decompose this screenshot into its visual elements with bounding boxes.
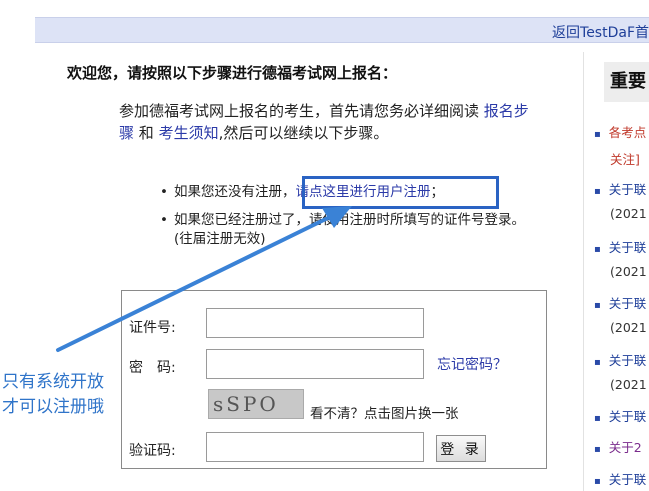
news-item[interactable]: ▪ 关于联 xyxy=(594,469,649,488)
annotation-line-1: 只有系统开放 xyxy=(2,372,104,392)
list-item-registered: 如果您已经注册过了，请使用注册时所填写的证件号登录。(往届注册无效) xyxy=(158,211,538,249)
password-label: 密 码: xyxy=(129,360,176,376)
password-input[interactable] xyxy=(206,349,424,379)
news-item[interactable]: ▪ 关于联 (2021 xyxy=(594,350,649,392)
intro-text-1: 参加德福考试网上报名的考生，首先请您务必详细阅读 xyxy=(119,102,484,120)
bullet-icon: ▪ xyxy=(594,186,601,197)
bullet-icon: ▪ xyxy=(594,244,601,255)
verification-code-input[interactable] xyxy=(206,432,424,462)
unregistered-text: 如果您还没有注册， xyxy=(174,184,296,200)
news-item[interactable]: ▪ 关于联 (2021 xyxy=(594,179,649,221)
annotation-note: 只有系统开放 才可以注册哦 xyxy=(2,370,104,420)
welcome-heading: 欢迎您，请按照以下步骤进行德福考试网上报名： xyxy=(67,64,398,82)
captcha-refresh-hint: 看不清？点击图片换一张 xyxy=(310,406,459,422)
news-item[interactable]: ▪ 关于联 (2021 xyxy=(594,237,649,279)
registration-highlight-box xyxy=(302,176,499,209)
intro-text-2: ,然后可以继续以下步骤。 xyxy=(218,124,389,142)
right-sidebar: 重要 ▪ 各考点 关注] ▪ 关于联 (2021 ▪ 关于联 (2021 ▪ 关于联 (… xyxy=(583,52,649,491)
intro-paragraph: 参加德福考试网上报名的考生，首先请您务必详细阅读 报名步骤 和 考生须知,然后可… xyxy=(119,100,529,144)
captcha-image[interactable]: sSPO xyxy=(208,389,304,419)
bullet-icon: ▪ xyxy=(594,129,601,140)
bullet-icon: ▪ xyxy=(594,300,601,311)
sidebar-title: 重要 xyxy=(604,62,649,102)
login-form: 证件号: 密 码: 忘记密码？ sSPO 看不清？点击图片换一张 验证码: 登 … xyxy=(121,290,547,469)
news-item[interactable]: ▪ 关于联 xyxy=(594,406,649,425)
id-number-input[interactable] xyxy=(206,308,424,338)
return-testdaf-link[interactable]: 返回TestDaF首 xyxy=(552,22,649,42)
forgot-password-link[interactable]: 忘记密码？ xyxy=(437,354,507,374)
candidate-notice-link[interactable]: 考生须知 xyxy=(159,124,219,142)
id-number-label: 证件号: xyxy=(129,320,176,336)
news-item[interactable]: ▪ 各考点 关注] xyxy=(594,122,649,168)
news-item[interactable]: ▪ 关于2 xyxy=(594,437,649,456)
bullet-icon: ▪ xyxy=(594,413,601,424)
bullet-icon: ▪ xyxy=(594,357,601,368)
bullet-icon: ▪ xyxy=(594,476,601,487)
annotation-line-2: 才可以注册哦 xyxy=(2,397,104,417)
top-navigation-bar: 返回TestDaF首 xyxy=(35,17,649,43)
news-item[interactable]: ▪ 关于联 (2021 xyxy=(594,293,649,335)
login-button[interactable]: 登 录 xyxy=(436,435,486,462)
bullet-icon: ▪ xyxy=(594,444,601,455)
verification-code-label: 验证码: xyxy=(129,443,176,459)
intro-and: 和 xyxy=(134,124,159,142)
